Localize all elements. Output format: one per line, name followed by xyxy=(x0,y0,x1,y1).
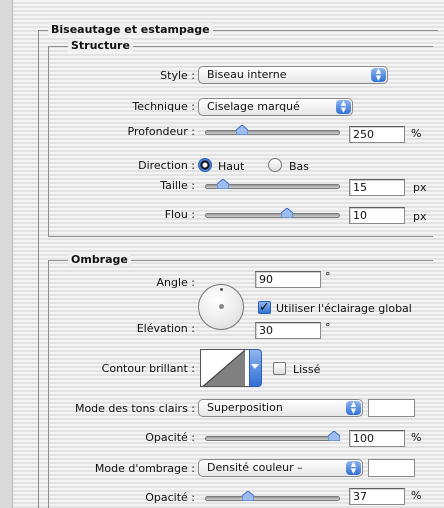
highlight-opacity-label: Opacité : xyxy=(145,431,195,444)
depth-unit: % xyxy=(411,127,422,140)
highlight-mode-select[interactable]: Superposition ▲ ▼ xyxy=(198,399,363,417)
shading-group-border-left xyxy=(48,260,49,508)
select-arrows-icon: ▲ ▼ xyxy=(336,100,351,114)
technique-select[interactable]: Ciselage marqué ▲ ▼ xyxy=(198,98,353,116)
select-arrows-icon: ▲ ▼ xyxy=(371,68,386,82)
shadow-mode-label: Mode d'ombrage : xyxy=(94,462,195,475)
antialias-label[interactable]: Lissé xyxy=(293,363,320,376)
gloss-contour-dropdown-button[interactable] xyxy=(249,349,262,387)
depth-input[interactable]: 250 xyxy=(349,126,405,143)
altitude-label: Elévation : xyxy=(136,322,195,335)
contour-curve-icon xyxy=(202,350,246,386)
depth-slider-track[interactable] xyxy=(205,130,340,135)
highlight-mode-label: Mode des tons clairs : xyxy=(74,402,195,415)
direction-label: Direction : xyxy=(138,159,195,172)
chevron-down-icon xyxy=(251,364,259,369)
size-input[interactable]: 15 xyxy=(349,179,405,196)
structure-group-title: Structure xyxy=(68,39,133,52)
gloss-contour-label: Contour brillant : xyxy=(101,362,195,375)
global-light-checkbox[interactable]: ✓ xyxy=(258,301,271,314)
left-scroll-edge xyxy=(0,0,13,508)
angle-unit: ° xyxy=(325,270,331,283)
direction-down-radio[interactable] xyxy=(268,158,282,172)
shadow-opacity-unit: % xyxy=(411,489,422,502)
technique-select-value: Ciselage marqué xyxy=(207,100,300,113)
shadow-opacity-slider-thumb[interactable] xyxy=(241,491,254,501)
shadow-color-swatch[interactable] xyxy=(368,459,415,477)
highlight-opacity-slider-track[interactable] xyxy=(205,436,340,441)
bevel-group-border-left xyxy=(38,30,39,508)
angle-dial-center-icon xyxy=(219,304,224,309)
soften-unit: px xyxy=(413,210,427,223)
highlight-opacity-slider-thumb[interactable] xyxy=(328,431,340,441)
soften-input[interactable]: 10 xyxy=(349,207,405,224)
structure-group-border-bottom xyxy=(48,236,433,237)
soften-slider-thumb[interactable] xyxy=(281,208,294,218)
direction-up-label[interactable]: Haut xyxy=(218,160,244,173)
soften-label: Flou : xyxy=(164,208,195,221)
select-arrows-icon: ▲ ▼ xyxy=(346,461,361,475)
shadow-opacity-slider-track[interactable] xyxy=(205,496,340,501)
global-light-label[interactable]: Utiliser l'éclairage global xyxy=(276,302,412,315)
highlight-opacity-unit: % xyxy=(411,431,422,444)
shadow-mode-value: Densité couleur – xyxy=(207,461,303,474)
angle-label: Angle : xyxy=(156,276,195,289)
shadow-opacity-input[interactable]: 37 xyxy=(349,488,405,505)
altitude-unit: ° xyxy=(325,321,331,334)
antialias-checkbox[interactable] xyxy=(273,362,286,375)
style-label: Style : xyxy=(160,69,195,82)
size-slider-thumb[interactable] xyxy=(217,179,230,189)
select-arrows-icon: ▲ ▼ xyxy=(346,401,361,415)
bevel-group-title: Biseautage et estampage xyxy=(48,23,213,36)
size-label: Taille : xyxy=(160,179,195,192)
style-select[interactable]: Biseau interne ▲ ▼ xyxy=(198,66,388,84)
gloss-contour-preview[interactable] xyxy=(200,349,250,387)
shadow-mode-select[interactable]: Densité couleur – ▲ ▼ xyxy=(198,459,363,477)
angle-dial-indicator-icon xyxy=(220,288,223,291)
size-unit: px xyxy=(413,181,427,194)
highlight-color-swatch[interactable] xyxy=(368,399,415,417)
depth-label: Profondeur : xyxy=(127,125,195,138)
direction-down-label[interactable]: Bas xyxy=(289,160,309,173)
style-select-value: Biseau interne xyxy=(207,68,287,81)
structure-group-border-left xyxy=(48,46,49,236)
angle-dial[interactable] xyxy=(198,284,244,330)
shading-group-title: Ombrage xyxy=(68,253,131,266)
shadow-opacity-label: Opacité : xyxy=(145,491,195,504)
angle-input[interactable]: 90 xyxy=(255,271,321,288)
depth-slider-thumb[interactable] xyxy=(235,125,248,135)
technique-label: Technique : xyxy=(132,100,195,113)
altitude-input[interactable]: 30 xyxy=(255,322,321,339)
soften-slider-track[interactable] xyxy=(205,213,340,218)
highlight-mode-value: Superposition xyxy=(207,401,283,414)
direction-up-radio[interactable] xyxy=(198,158,212,172)
highlight-opacity-input[interactable]: 100 xyxy=(349,430,405,447)
